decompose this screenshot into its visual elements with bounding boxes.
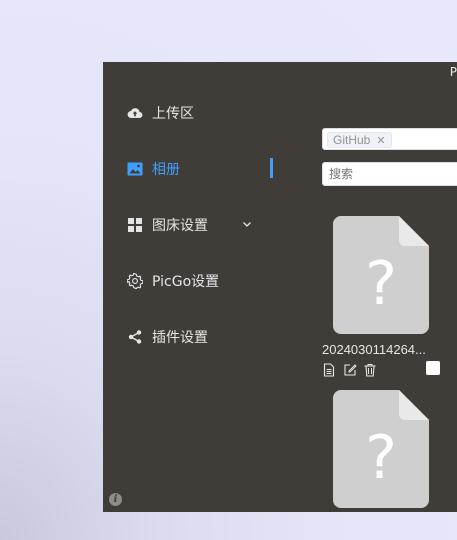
sidebar-item-picbed-settings[interactable]: 图床设置 (127, 213, 297, 237)
placeholder-glyph: ? (365, 249, 397, 319)
info-icon[interactable]: i (109, 493, 122, 506)
gear-icon (127, 273, 143, 289)
app-window: P 上传区 相册 图床设置 PicGo设置 插件设置 i GitHub ✕ 搜索… (103, 62, 457, 512)
cloud-upload-icon (127, 105, 143, 121)
window-title-fragment: P (449, 65, 457, 79)
search-input[interactable] (322, 162, 457, 186)
edit-icon[interactable] (343, 362, 357, 376)
sidebar-item-label: 插件设置 (152, 330, 208, 346)
filter-tag: GitHub ✕ (327, 132, 392, 148)
file-thumbnail[interactable]: ? (333, 216, 429, 338)
picbed-filter-select[interactable]: GitHub ✕ (322, 128, 457, 150)
active-indicator (270, 158, 273, 178)
select-checkbox[interactable] (426, 361, 440, 375)
filter-tag-label: GitHub (333, 133, 371, 147)
sidebar-item-label: 相册 (152, 162, 180, 178)
trash-icon[interactable] (363, 362, 377, 377)
file-thumbnail[interactable]: ? (333, 390, 429, 512)
placeholder-glyph: ? (365, 423, 397, 493)
sidebar-item-label: PicGo设置 (152, 274, 220, 290)
close-icon[interactable]: ✕ (376, 134, 385, 147)
image-icon (127, 161, 143, 177)
sidebar-item-label: 上传区 (152, 106, 194, 122)
file-name: 2024030114264... (322, 342, 426, 357)
sidebar-item-label: 图床设置 (152, 218, 208, 234)
grid-icon (127, 217, 143, 233)
document-icon[interactable] (322, 362, 336, 377)
sidebar-item-upload[interactable]: 上传区 (127, 101, 297, 125)
sidebar-item-picgo-settings[interactable]: PicGo设置 (127, 269, 297, 293)
chevron-down-icon[interactable] (241, 215, 253, 227)
share-icon (127, 329, 143, 345)
sidebar-item-plugin-settings[interactable]: 插件设置 (127, 325, 297, 349)
